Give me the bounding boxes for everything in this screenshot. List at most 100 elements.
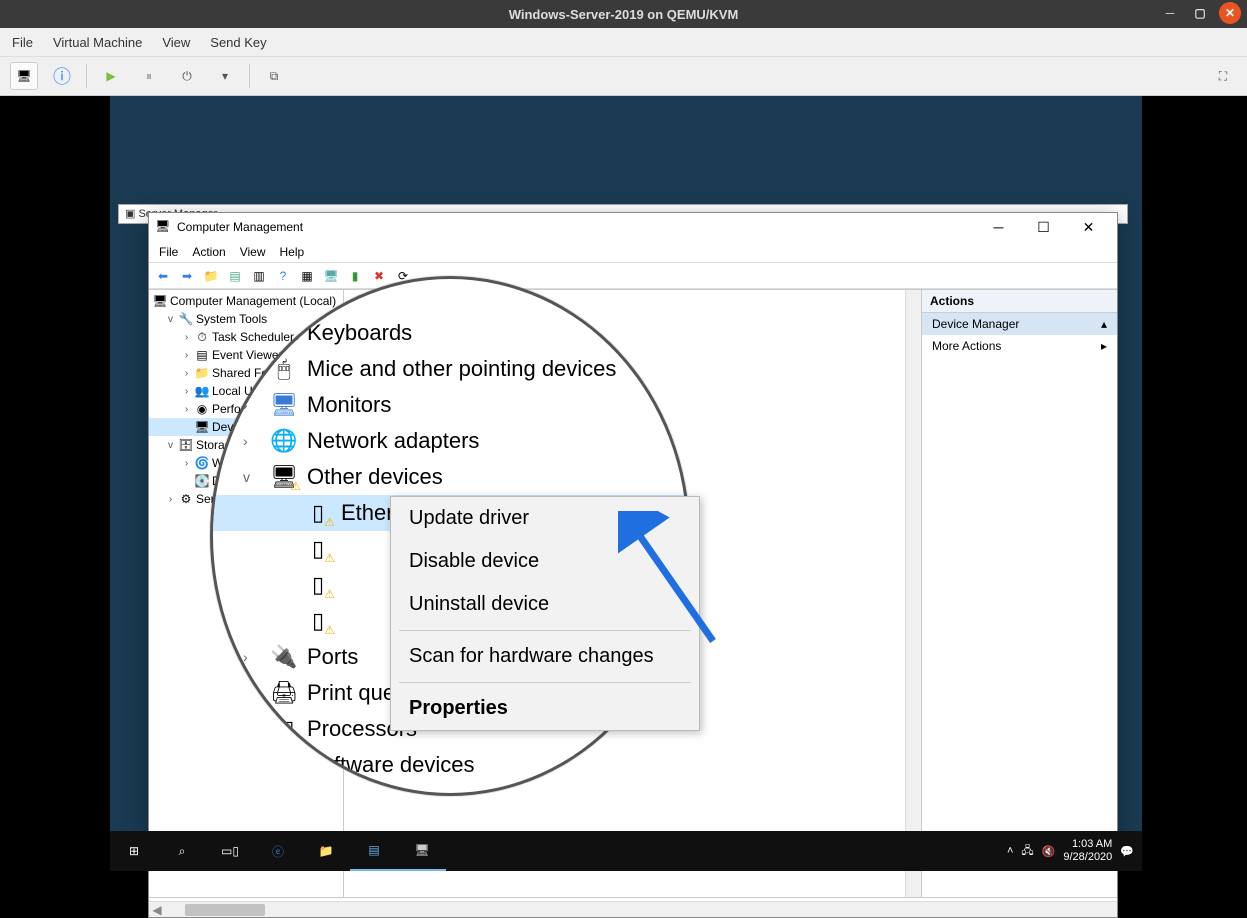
vertical-scrollbar[interactable] (905, 290, 921, 897)
vm-snapshot-button[interactable]: ⧉ (260, 62, 288, 90)
vm-menubar: File Virtual Machine View Send Key (0, 28, 1247, 56)
vm-play-button[interactable]: ▶ (97, 62, 125, 90)
ie-icon: ⓔ (272, 843, 284, 860)
expand-icon[interactable]: › (243, 721, 261, 737)
ctx-scan-hardware[interactable]: Scan for hardware changes (391, 635, 699, 678)
windows-taskbar: ⊞ ⌕ ▭▯ ⓔ 📁 ▤ 🖥 ˄ 🖧 🔇 1:03 AM 9/28/2020 💬 (110, 831, 1142, 871)
context-menu: Update driver Disable device Uninstall d… (390, 496, 700, 731)
menu-file[interactable]: File (159, 245, 178, 259)
task-view-button[interactable]: ▭▯ (206, 831, 254, 871)
windows-icon: ⊞ (129, 844, 139, 858)
category-mice[interactable]: ›🖱Mice and other pointing devices (210, 351, 690, 387)
taskbar-ie[interactable]: ⓔ (254, 831, 302, 871)
ctx-disable-device[interactable]: Disable device (391, 540, 699, 583)
expand-icon[interactable]: › (243, 685, 261, 701)
maximize-button[interactable]: ☐ (1021, 213, 1066, 241)
arrow-left-icon: ⬅ (158, 269, 168, 283)
forward-button[interactable]: ➡ (177, 266, 197, 286)
separator (399, 630, 691, 631)
menu-view[interactable]: View (240, 245, 266, 259)
expand-icon[interactable]: › (181, 386, 192, 397)
mmc-icon: 🖥 (414, 843, 429, 857)
expand-icon[interactable]: › (243, 433, 261, 449)
event-icon: ▤ (195, 348, 209, 362)
actions-pane: Actions Device Manager▴ More Actions▸ (922, 290, 1117, 897)
software-icon: ▦ (271, 753, 297, 777)
vm-power-button[interactable]: ⏻ (173, 62, 201, 90)
tray-volume-icon[interactable]: 🔇 (1042, 845, 1056, 858)
taskbar-clock[interactable]: 1:03 AM 9/28/2020 (1063, 838, 1112, 864)
menu-action[interactable]: Action (192, 245, 225, 259)
search-button[interactable]: ⌕ (158, 831, 206, 871)
vm-fullscreen-button[interactable]: ⛶ (1209, 62, 1237, 90)
separator (249, 64, 250, 88)
actions-header: Actions (922, 290, 1117, 313)
expand-icon[interactable]: › (243, 649, 261, 665)
device-host-node[interactable]: vWIN-HP (210, 279, 690, 315)
expand-icon[interactable]: › (181, 368, 192, 379)
expand-icon[interactable]: › (243, 361, 261, 377)
close-button[interactable]: ✕ (1066, 213, 1111, 241)
vm-maximize-button[interactable]: ▢ (1189, 2, 1211, 24)
collapse-icon[interactable]: v (223, 289, 241, 305)
notifications-button[interactable]: 💬 (1120, 845, 1134, 858)
play-icon: ▶ (106, 69, 115, 83)
chevron-down-icon: ▾ (222, 69, 228, 83)
actions-more-actions[interactable]: More Actions▸ (922, 335, 1117, 357)
window-titlebar[interactable]: 🖥 Computer Management ─ ☐ ✕ (149, 213, 1117, 241)
collapse-icon[interactable]: v (165, 314, 176, 325)
expand-icon[interactable]: › (181, 404, 192, 415)
taskbar-server-manager[interactable]: ▤ (350, 831, 398, 871)
vm-close-button[interactable]: ✕ (1219, 2, 1241, 24)
separator (86, 64, 87, 88)
vm-menu-file[interactable]: File (12, 35, 33, 50)
app-icon: 🖥 (155, 219, 171, 235)
mouse-icon: 🖱 (271, 357, 297, 381)
back-button[interactable]: ⬅ (153, 266, 173, 286)
taskview-icon: ▭▯ (221, 844, 239, 858)
category-other-devices[interactable]: v🖥Other devices (210, 459, 690, 495)
expand-icon[interactable]: › (243, 397, 261, 413)
vm-console-button[interactable]: 🖥 (10, 62, 38, 90)
info-icon: ⓘ (53, 63, 71, 89)
expand-icon[interactable]: › (165, 494, 176, 505)
minimize-button[interactable]: ─ (976, 213, 1021, 241)
category-software[interactable]: ›▦Software devices (210, 747, 690, 783)
collapse-icon[interactable]: v (165, 440, 176, 451)
category-keyboards[interactable]: ⌨Keyboards (210, 315, 690, 351)
expand-icon[interactable]: › (181, 332, 192, 343)
keyboard-icon: ⌨ (271, 321, 297, 345)
vm-titlebar[interactable]: Windows-Server-2019 on QEMU/KVM ─ ▢ ✕ (0, 0, 1247, 28)
ctx-properties[interactable]: Properties (391, 687, 699, 730)
taskbar-explorer[interactable]: 📁 (302, 831, 350, 871)
actions-device-manager[interactable]: Device Manager▴ (922, 313, 1117, 335)
vm-menu-view[interactable]: View (162, 35, 190, 50)
start-button[interactable]: ⊞ (110, 831, 158, 871)
category-monitors[interactable]: ›🖥Monitors (210, 387, 690, 423)
expand-icon[interactable]: › (181, 458, 192, 469)
category-network[interactable]: ›🌐Network adapters (210, 423, 690, 459)
vm-menu-send-key[interactable]: Send Key (210, 35, 266, 50)
vm-power-dropdown[interactable]: ▾ (211, 62, 239, 90)
vm-minimize-button[interactable]: ─ (1159, 2, 1181, 24)
vm-window: Windows-Server-2019 on QEMU/KVM ─ ▢ ✕ Fi… (0, 0, 1247, 871)
collapse-icon[interactable]: v (243, 469, 261, 485)
ctx-uninstall-device[interactable]: Uninstall device (391, 583, 699, 626)
vm-info-button[interactable]: ⓘ (48, 62, 76, 90)
taskbar-time: 1:03 AM (1063, 838, 1112, 851)
taskbar-computer-management[interactable]: 🖥 (398, 831, 446, 871)
vm-pause-button[interactable]: ⏸ (135, 62, 163, 90)
ctx-update-driver[interactable]: Update driver (391, 497, 699, 540)
tray-network-icon[interactable]: 🖧 (1021, 842, 1033, 861)
expand-icon[interactable]: › (181, 350, 192, 361)
menu-help[interactable]: Help (280, 245, 305, 259)
unknown-device-icon: ▯ (305, 501, 331, 525)
expand-icon[interactable]: › (243, 757, 261, 773)
taskbar-date: 9/28/2020 (1063, 851, 1112, 864)
vm-menu-virtual-machine[interactable]: Virtual Machine (53, 35, 142, 50)
menubar: File Action View Help (149, 241, 1117, 263)
monitor-icon: 🖥 (16, 69, 31, 83)
cpu-icon: ▣ (271, 717, 297, 741)
tray-chevron-icon[interactable]: ˄ (1007, 845, 1013, 857)
window-title: Computer Management (177, 220, 303, 234)
